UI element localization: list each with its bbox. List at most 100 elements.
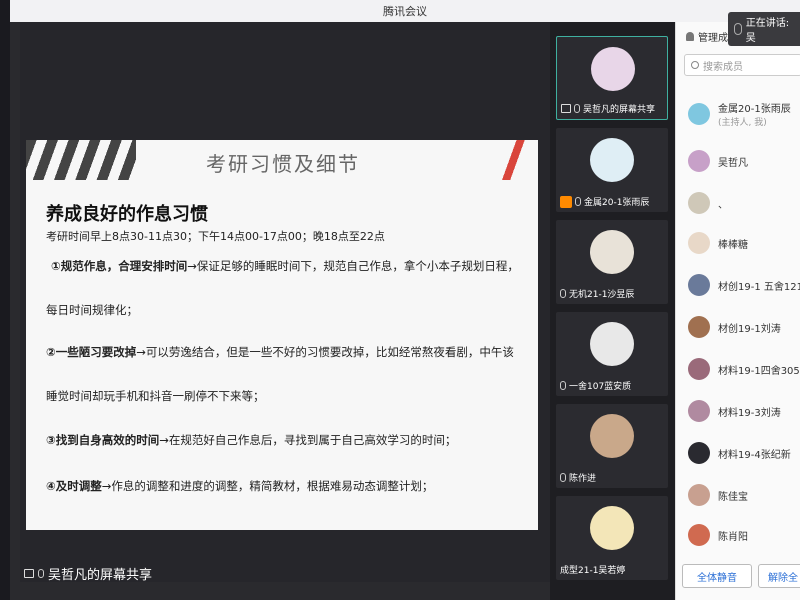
tile-name: 成型21-1吴若婷: [560, 566, 626, 576]
screen-share-icon: [24, 568, 34, 578]
member-avatar: [688, 103, 710, 125]
member-search-input[interactable]: 搜索成员: [684, 54, 800, 76]
mic-muted-icon: [560, 473, 566, 482]
participant-avatar: [590, 138, 634, 182]
window-title: 腾讯会议: [383, 5, 427, 18]
tile-name: 吴哲凡的屏幕共享: [583, 105, 656, 115]
member-name: 材料19-1四舍305宁晴: [718, 365, 800, 377]
shared-slide: 考研习惯及细节 养成良好的作息习惯 考研时间早上8点30-11点30；下午14点…: [26, 140, 538, 530]
tile-label: 陈作进: [560, 471, 596, 484]
slide-point: 每日时间规律化；: [46, 302, 138, 318]
video-tile[interactable]: 无机21-1沙昱辰: [556, 220, 668, 304]
member-item[interactable]: 陈肖阳: [688, 524, 748, 546]
host-badge-icon: [560, 195, 572, 208]
search-placeholder: 搜索成员: [703, 61, 743, 73]
search-icon: [691, 61, 699, 69]
meeting-window: 腾讯会议 考研习惯及细节 养成良好的作息习惯 考研时间早上8点30-11点30；…: [10, 0, 800, 600]
video-tile[interactable]: 金属20-1张雨辰: [556, 128, 668, 212]
mic-muted-icon: [575, 197, 581, 206]
slide-point-text: →在规范好自己作息后，寻找到属于自己高效学习的时间；: [159, 433, 457, 447]
participant-avatar: [590, 414, 634, 458]
mic-icon: [734, 23, 742, 35]
slide-stripe-decoration: [26, 140, 136, 180]
member-avatar: [688, 232, 710, 254]
tile-name: 一舍107蓝安质: [569, 382, 632, 392]
mic-muted-icon: [560, 381, 566, 390]
member-avatar: [688, 400, 710, 422]
tile-name: 无机21-1沙昱辰: [569, 290, 635, 300]
member-avatar: [688, 192, 710, 214]
tile-label: 金属20-1张雨辰: [560, 195, 649, 208]
slide-point-bold: ①规范作息，合理安排时间: [51, 259, 188, 273]
member-name: 材创19-1刘涛: [718, 323, 781, 335]
member-item[interactable]: 材料19-3刘涛: [688, 400, 781, 422]
video-tile[interactable]: 陈作进: [556, 404, 668, 488]
video-tile[interactable]: 吴哲凡的屏幕共享: [556, 36, 668, 120]
slide-point-text: 每日时间规律化；: [46, 303, 138, 317]
member-name: 金属20-1张雨辰: [718, 104, 791, 115]
member-avatar: [688, 274, 710, 296]
member-item[interactable]: 材创19-1 五舍121 方鑫: [688, 274, 800, 296]
speaking-label: 正在讲话: 吴: [745, 18, 790, 44]
video-tile[interactable]: 成型21-1吴若婷: [556, 496, 668, 580]
member-item[interactable]: 材创19-1刘涛: [688, 316, 781, 338]
mic-icon: [38, 568, 44, 578]
member-name: 陈佳宝: [718, 491, 748, 503]
slide-point: ②一些陋习要改掉→可以劳逸结合，但是一些不好的习惯要改掉，比如经常熬夜看剧，中午…: [46, 344, 514, 360]
unmute-all-button[interactable]: 解除全: [758, 564, 800, 588]
participant-avatar: [590, 230, 634, 274]
main-stage: 考研习惯及细节 养成良好的作息习惯 考研时间早上8点30-11点30；下午14点…: [20, 22, 550, 583]
slide-point: ③找到自身高效的时间→在规范好自己作息后，寻找到属于自己高效学习的时间；: [46, 432, 456, 448]
slide-title: 考研习惯及细节: [206, 152, 360, 176]
tile-label: 一舍107蓝安质: [560, 379, 631, 392]
member-item[interactable]: 陈佳宝: [688, 484, 748, 506]
member-panel: 管理成员(94) 搜索成员 金属20-1张雨辰 (主持人, 我) 吴哲凡 、 棒…: [675, 22, 800, 600]
slide-point-text: →保证足够的睡眠时间下，规范自己作息，拿个小本子规划日程，: [187, 259, 519, 273]
slide-point: ①规范作息，合理安排时间→保证足够的睡眠时间下，规范自己作息，拿个小本子规划日程…: [51, 258, 519, 274]
member-item[interactable]: 材料19-1四舍305宁晴: [688, 358, 800, 380]
member-name: 材创19-1 五舍121 方鑫: [718, 281, 800, 293]
member-avatar: [688, 442, 710, 464]
panel-actions: 全体静音 解除全: [676, 564, 800, 588]
member-avatar: [688, 316, 710, 338]
member-item[interactable]: 吴哲凡: [688, 150, 748, 172]
slide-point-bold: ③找到自身高效的时间: [46, 433, 160, 447]
slide-point-text: →可以劳逸结合，但是一些不好的习惯要改掉，比如经常熬夜看剧，中午该: [136, 345, 514, 359]
tile-label: 吴哲凡的屏幕共享: [561, 102, 655, 115]
slide-schedule: 考研时间早上8点30-11点30；下午14点00-17点00；晚18点至22点: [46, 230, 385, 243]
member-item[interactable]: 材料19-4张纪新: [688, 442, 791, 464]
slide-point: ④及时调整→作息的调整和进度的调整，精简教材，根据难易动态调整计划；: [46, 478, 433, 494]
video-tiles-column[interactable]: 吴哲凡的屏幕共享 金属20-1张雨辰 无机21-1沙昱辰 一舍107蓝安质 陈作…: [550, 22, 675, 600]
member-item[interactable]: 、: [688, 192, 728, 214]
participant-avatar: [590, 322, 634, 366]
slide-point-text: →作息的调整和进度的调整，精简教材，根据难易动态调整计划；: [101, 479, 434, 493]
tile-name: 金属20-1张雨辰: [584, 198, 650, 208]
mic-icon: [574, 104, 580, 113]
participant-avatar: [591, 47, 635, 91]
mute-all-button[interactable]: 全体静音: [682, 564, 752, 588]
member-name: 吴哲凡: [718, 157, 748, 169]
member-item[interactable]: 金属20-1张雨辰 (主持人, 我): [688, 100, 791, 128]
tile-label: 成型21-1吴若婷: [560, 563, 625, 576]
member-avatar: [688, 358, 710, 380]
participant-avatar: [590, 506, 634, 550]
slide-red-stripe-decoration: [492, 140, 532, 180]
member-avatar: [688, 524, 710, 546]
tile-name: 陈作进: [569, 474, 597, 484]
video-tile[interactable]: 一舍107蓝安质: [556, 312, 668, 396]
member-name: 棒棒糖: [718, 239, 748, 251]
slide-point: 睡觉时间却玩手机和抖音一刷停不下来等；: [46, 388, 265, 404]
member-avatar: [688, 150, 710, 172]
people-icon: [686, 31, 694, 41]
member-role: (主持人, 我): [718, 118, 767, 128]
member-item[interactable]: 棒棒糖: [688, 232, 748, 254]
tile-label: 无机21-1沙昱辰: [560, 287, 634, 300]
member-name: 、: [718, 199, 728, 211]
screen-share-icon: [561, 104, 571, 113]
member-name: 材料19-3刘涛: [718, 407, 781, 419]
screen-share-label: 吴哲凡的屏幕共享: [20, 564, 220, 583]
slide-point-text: 睡觉时间却玩手机和抖音一刷停不下来等；: [46, 389, 265, 403]
mic-muted-icon: [560, 289, 566, 298]
member-name: 陈肖阳: [718, 531, 748, 543]
member-name: 材料19-4张纪新: [718, 449, 791, 461]
